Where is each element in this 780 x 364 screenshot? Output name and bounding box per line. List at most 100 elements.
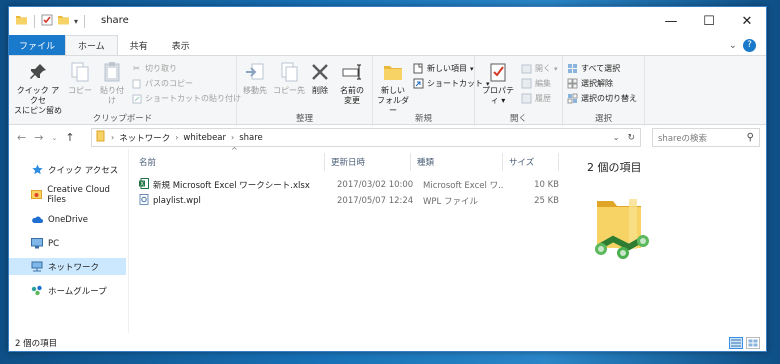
svg-text:X: X [140, 182, 144, 188]
history-icon [521, 93, 532, 104]
nav-label: ネットワーク [48, 262, 100, 273]
properties-check-icon[interactable] [41, 14, 53, 29]
creative-cloud-icon [31, 189, 43, 201]
new-folder-button[interactable]: 新しい フォルダー [377, 60, 409, 116]
table-row[interactable]: playlist.wpl 2017/05/07 12:24 WPL ファイル 2… [133, 193, 565, 209]
nav-item-quick-access[interactable]: クイック アクセス [9, 161, 126, 178]
network-share-folder-icon [589, 193, 655, 268]
select-all-button[interactable]: すべて選択 [567, 62, 620, 75]
tab-file[interactable]: ファイル [9, 35, 66, 55]
recent-dropdown-icon[interactable]: ⌄ [51, 134, 57, 142]
window-controls: — ☐ ✕ [652, 7, 766, 35]
quick-access-toolbar: ▾ [15, 14, 87, 29]
nav-item-pc[interactable]: PC [9, 235, 126, 252]
nav-label: PC [48, 238, 60, 249]
details-view-button[interactable] [729, 337, 743, 349]
expand-ribbon-icon[interactable]: ⌄ [729, 40, 737, 51]
help-icon[interactable]: ? [743, 38, 756, 52]
new-folder-qat-icon[interactable] [57, 14, 70, 29]
nav-label: クイック アクセス [48, 165, 119, 176]
large-icons-view-button[interactable] [746, 337, 760, 349]
tab-share[interactable]: 共有 [118, 35, 160, 55]
close-button[interactable]: ✕ [728, 7, 766, 35]
pin-quick-access-button[interactable]: クイック アクセ スにピン留め [13, 60, 63, 116]
search-placeholder: shareの検索 [658, 133, 708, 144]
file-name: 新規 Microsoft Excel ワークシート.xlsx [153, 181, 310, 191]
monitor-icon [31, 238, 43, 250]
select-none-label: 選択解除 [581, 79, 613, 88]
breadcrumb-share[interactable]: share [239, 133, 263, 143]
properties-label: プロパティ [482, 86, 514, 105]
nav-item-onedrive[interactable]: OneDrive [9, 211, 126, 228]
clipboard-group-label: クリップボード [92, 114, 153, 124]
delete-x-icon [308, 60, 332, 84]
file-name: playlist.wpl [153, 196, 201, 206]
history-button[interactable]: 履歴 [521, 92, 551, 105]
breadcrumb-chevron[interactable]: › [175, 133, 178, 142]
address-folder-icon [96, 130, 106, 145]
column-header-size[interactable]: サイズ [503, 153, 559, 171]
tab-view[interactable]: 表示 [160, 35, 202, 55]
details-item-count: 2 個の項目 [587, 161, 642, 174]
copy-to-button[interactable]: コピー先 [273, 60, 305, 96]
move-to-label: 移動先 [243, 86, 267, 95]
properties-button[interactable]: プロパティ ▾ [479, 60, 517, 106]
open-button[interactable]: 開く ▾ [521, 62, 558, 75]
breadcrumb-chevron[interactable]: › [231, 133, 234, 142]
select-all-label: すべて選択 [581, 64, 621, 73]
header-date-label: 更新日時 [331, 158, 366, 168]
excel-file-icon: X [139, 178, 149, 192]
copy-path-button[interactable]: パスのコピー [131, 77, 193, 90]
column-header-name[interactable]: 名前 [133, 153, 325, 171]
breadcrumb-whitebear[interactable]: whitebear [183, 133, 226, 143]
breadcrumb-network[interactable]: ネットワーク [119, 132, 170, 144]
edit-icon [521, 78, 532, 89]
ribbon-tabs: ファイル ホーム 共有 表示 ⌄ ? [9, 35, 766, 55]
refresh-icon[interactable]: ↻ [627, 133, 635, 143]
table-row[interactable]: X 新規 Microsoft Excel ワークシート.xlsx 2017/03… [133, 177, 565, 193]
scissors-icon: ✂ [133, 64, 140, 73]
group-clipboard: クイック アクセ スにピン留め コピー 貼り付け ✂ 切り取り パスのコピー シ… [9, 56, 241, 126]
maximize-button[interactable]: ☐ [690, 7, 728, 35]
search-input[interactable]: shareの検索 ⚲ [652, 128, 760, 147]
edit-button[interactable]: 編集 [521, 77, 551, 90]
status-bar: 2 個の項目 [9, 333, 766, 351]
up-arrow-icon[interactable]: ↑ [65, 131, 74, 144]
column-header-type[interactable]: 種類 [411, 153, 503, 171]
file-type: WPL ファイル [423, 197, 478, 207]
forward-arrow-icon[interactable]: → [34, 131, 43, 144]
new-folder-icon [381, 60, 405, 84]
move-to-icon [243, 60, 267, 84]
copy-to-label: コピー先 [273, 86, 305, 95]
shortcut-icon [413, 78, 424, 89]
invert-selection-button[interactable]: 選択の切り替え [567, 92, 637, 105]
group-organize: 移動先 コピー先 削除 名前の 変更 整理 [237, 56, 373, 126]
paste-shortcut-button[interactable]: ショートカットの貼り付け [131, 92, 241, 105]
delete-button[interactable]: 削除 [309, 60, 331, 96]
breadcrumb-chevron[interactable]: › [111, 133, 114, 142]
edit-label: 編集 [535, 79, 551, 88]
tab-home[interactable]: ホーム [65, 35, 118, 55]
column-header-date[interactable]: 更新日時 [325, 153, 411, 171]
folder-app-icon [15, 14, 28, 29]
select-none-button[interactable]: 選択解除 [567, 77, 613, 90]
nav-item-network[interactable]: ネットワーク [9, 258, 126, 275]
new-item-button[interactable]: 新しい項目 ▾ [413, 62, 474, 75]
nav-item-creative-cloud[interactable]: Creative Cloud Files [9, 185, 126, 205]
pane-divider[interactable] [128, 149, 129, 333]
qat-separator-2 [84, 15, 86, 28]
minimize-button[interactable]: — [652, 7, 690, 35]
back-arrow-icon[interactable]: ← [17, 131, 26, 144]
nav-item-homegroup[interactable]: ホームグループ [9, 282, 126, 299]
copy-button[interactable]: コピー [67, 60, 93, 96]
rename-button[interactable]: 名前の 変更 [337, 60, 367, 106]
customize-qat-icon[interactable]: ▾ [74, 17, 78, 26]
move-to-button[interactable]: 移動先 [241, 60, 269, 96]
paste-button[interactable]: 貼り付け [97, 60, 127, 106]
new-item-icon [413, 63, 424, 74]
qat-separator [34, 15, 35, 28]
address-bar[interactable]: › ネットワーク › whitebear › share ⌄ ↻ [91, 128, 641, 147]
file-size: 25 KB [534, 196, 559, 206]
address-dropdown-icon[interactable]: ⌄ [613, 133, 620, 143]
cut-button[interactable]: ✂ 切り取り [131, 62, 177, 75]
